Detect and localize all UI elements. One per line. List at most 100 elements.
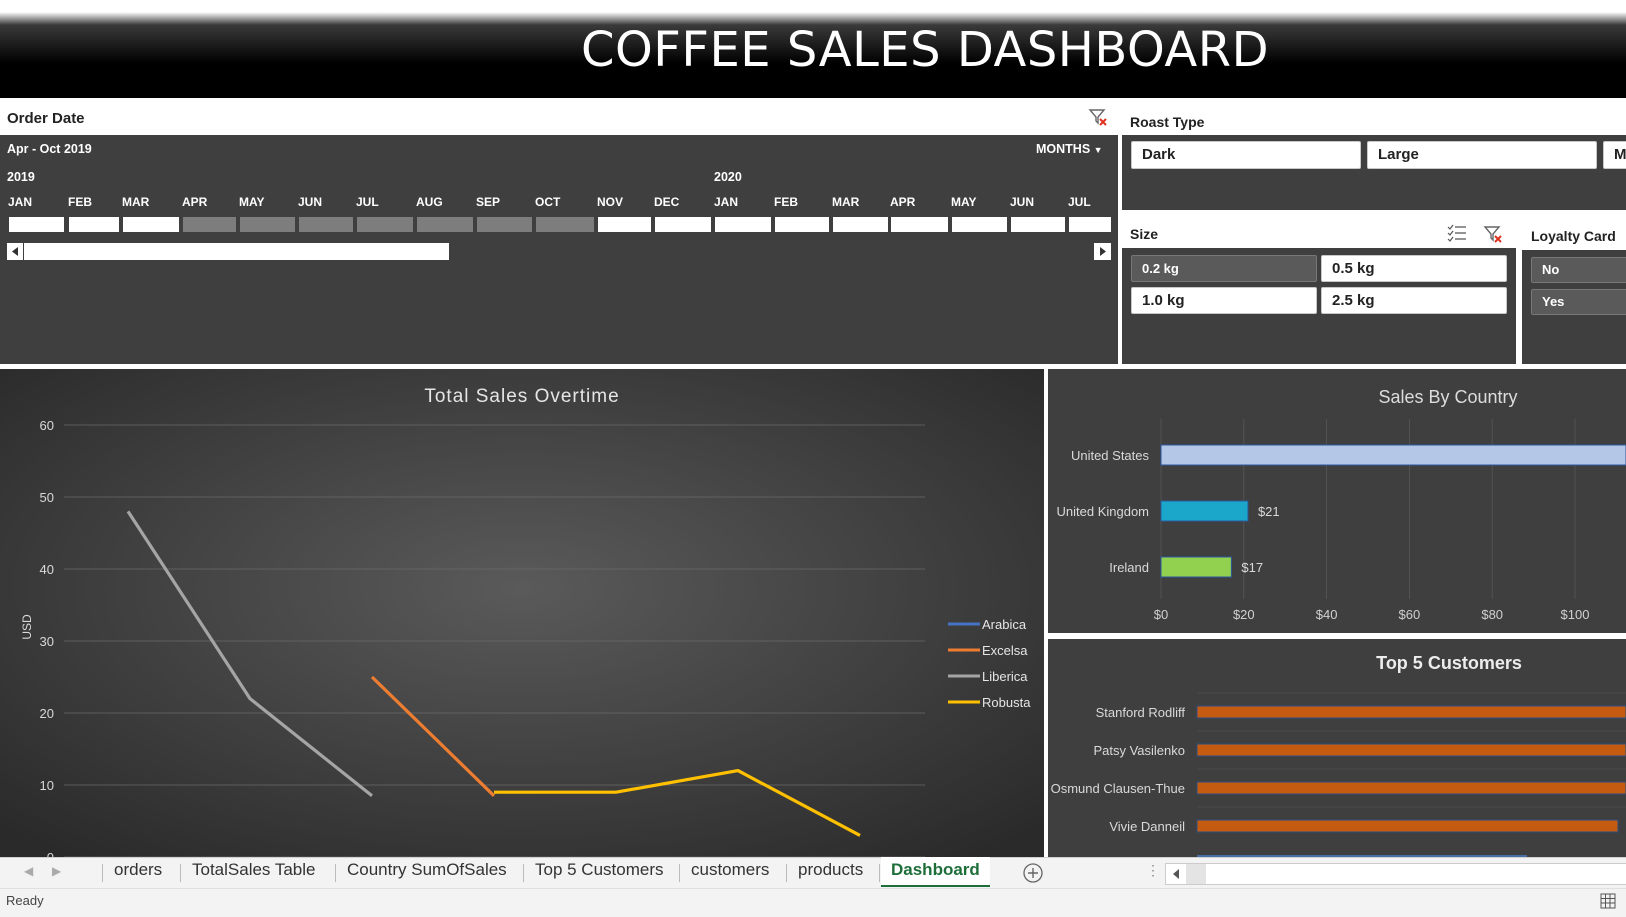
y-axis-label: USD [20, 614, 34, 640]
size-1-0kg-button[interactable]: 1.0 kg [1131, 287, 1317, 314]
dashboard-title: COFFEE SALES DASHBOARD [0, 22, 1626, 78]
month-cell[interactable] [714, 216, 772, 233]
month-label: MAR [122, 195, 149, 209]
tab-scroll-left-icon[interactable]: ◀ [24, 864, 33, 878]
month-label: DEC [654, 195, 679, 209]
tab-totalsales-table[interactable]: TotalSales Table [192, 860, 316, 880]
month-cell[interactable] [654, 216, 712, 233]
tab-top-5-customers[interactable]: Top 5 Customers [535, 860, 664, 880]
legend-label: Robusta [982, 695, 1031, 710]
loyalty-no-button[interactable]: No [1531, 257, 1626, 283]
month-cell[interactable] [597, 216, 652, 233]
month-cell[interactable] [535, 216, 595, 233]
data-label: $21 [1258, 504, 1280, 519]
customer-label: Vivie Danneil [1109, 819, 1185, 834]
customer-bar [1197, 744, 1626, 756]
roast-dark-button[interactable]: Dark [1131, 141, 1361, 169]
tab-separator [679, 864, 680, 882]
top-customers-chart[interactable]: Top 5 Customers Stanford RodliffPatsy Va… [1048, 639, 1626, 857]
scroll-right-arrow-icon[interactable] [1094, 243, 1111, 260]
tab-orders[interactable]: orders [114, 860, 162, 880]
legend-label: Liberica [982, 669, 1028, 684]
month-label: MAY [951, 195, 977, 209]
month-cell[interactable] [122, 216, 180, 233]
month-label: SEP [476, 195, 500, 209]
scroll-thumb[interactable] [24, 243, 449, 260]
month-label: APR [182, 195, 207, 209]
month-cell[interactable] [356, 216, 414, 233]
month-cell[interactable] [951, 216, 1008, 233]
chart-title: Total Sales Overtime [424, 386, 619, 407]
roast-large-button[interactable]: Large [1367, 141, 1597, 169]
normal-view-icon[interactable] [1600, 893, 1616, 914]
y-tick-label: 40 [40, 562, 54, 577]
hscroll-left-arrow-icon[interactable] [1170, 867, 1182, 886]
year-label-2020: 2020 [714, 170, 742, 184]
size-0-2kg-button[interactable]: 0.2 kg [1131, 255, 1317, 282]
month-cell[interactable] [1068, 216, 1112, 233]
x-tick-label: $20 [1233, 607, 1255, 622]
customer-label: Stanford Rodliff [1096, 705, 1186, 720]
month-cell[interactable] [832, 216, 889, 233]
clear-filter-icon[interactable] [1088, 107, 1108, 132]
x-tick-label: $0 [1154, 607, 1168, 622]
loyalty-title: Loyalty Card [1531, 228, 1616, 244]
category-label: United States [1071, 448, 1150, 463]
timeline-title: Order Date [7, 110, 85, 127]
scroll-left-arrow-icon[interactable] [7, 243, 23, 260]
chart-background [1048, 369, 1626, 633]
tab-dashboard[interactable]: Dashboard [881, 857, 990, 887]
customer-bar [1197, 706, 1626, 718]
category-label: United Kingdom [1057, 504, 1150, 519]
size-title: Size [1130, 226, 1158, 242]
country-bar [1161, 501, 1248, 521]
month-cell[interactable] [476, 216, 533, 233]
sales-by-country-chart[interactable]: Sales By Country $0$20$40$60$80$100Unite… [1048, 369, 1626, 633]
month-cell[interactable] [1010, 216, 1066, 233]
add-sheet-icon[interactable] [1022, 862, 1044, 889]
tab-scroll-right-icon[interactable]: ▶ [52, 864, 61, 878]
month-cell[interactable] [890, 216, 949, 233]
loyalty-yes-button[interactable]: Yes [1531, 289, 1626, 315]
month-label: AUG [416, 195, 443, 209]
tab-products[interactable]: products [798, 860, 863, 880]
multi-select-icon[interactable] [1447, 224, 1467, 247]
more-options-icon[interactable]: ⋮ [1146, 862, 1160, 879]
size-clear-filter-icon[interactable] [1483, 224, 1503, 249]
y-tick-label: 60 [40, 418, 54, 433]
tab-customers[interactable]: customers [691, 860, 769, 880]
total-sales-chart[interactable]: Total Sales Overtime USD 0102030405060 A… [0, 369, 1044, 857]
dropdown-arrow-icon: ▼ [1094, 145, 1103, 155]
month-cell[interactable] [8, 216, 65, 233]
timeline-scrollbar[interactable] [7, 243, 1111, 260]
tab-country-sumofsales[interactable]: Country SumOfSales [347, 860, 507, 880]
month-label: FEB [774, 195, 798, 209]
chart-title: Sales By Country [1378, 387, 1517, 407]
month-label: MAR [832, 195, 859, 209]
roast-medium-button[interactable]: M [1603, 141, 1626, 169]
month-cell[interactable] [298, 216, 354, 233]
horizontal-scrollbar[interactable] [1165, 863, 1626, 885]
size-0-5kg-button[interactable]: 0.5 kg [1321, 255, 1507, 282]
size-2-5kg-button[interactable]: 2.5 kg [1321, 287, 1507, 314]
x-tick-label: $80 [1481, 607, 1503, 622]
month-cell[interactable] [68, 216, 120, 233]
month-label: OCT [535, 195, 560, 209]
roast-type-title: Roast Type [1130, 114, 1204, 130]
status-bar [0, 888, 1626, 917]
customer-bar [1197, 820, 1618, 832]
tab-separator [102, 864, 103, 882]
order-date-timeline[interactable] [0, 103, 1118, 364]
x-tick-label: $60 [1399, 607, 1421, 622]
month-label: APR [890, 195, 915, 209]
hscroll-track [1186, 864, 1206, 884]
legend-label: Arabica [982, 617, 1027, 632]
month-label: JAN [8, 195, 32, 209]
month-cell[interactable] [416, 216, 474, 233]
month-cell[interactable] [239, 216, 296, 233]
month-label: MAY [239, 195, 265, 209]
month-cell[interactable] [182, 216, 237, 233]
month-cell[interactable] [774, 216, 830, 233]
timeline-period-select[interactable]: MONTHS ▼ [1036, 142, 1103, 156]
timeline-header [0, 103, 1118, 135]
